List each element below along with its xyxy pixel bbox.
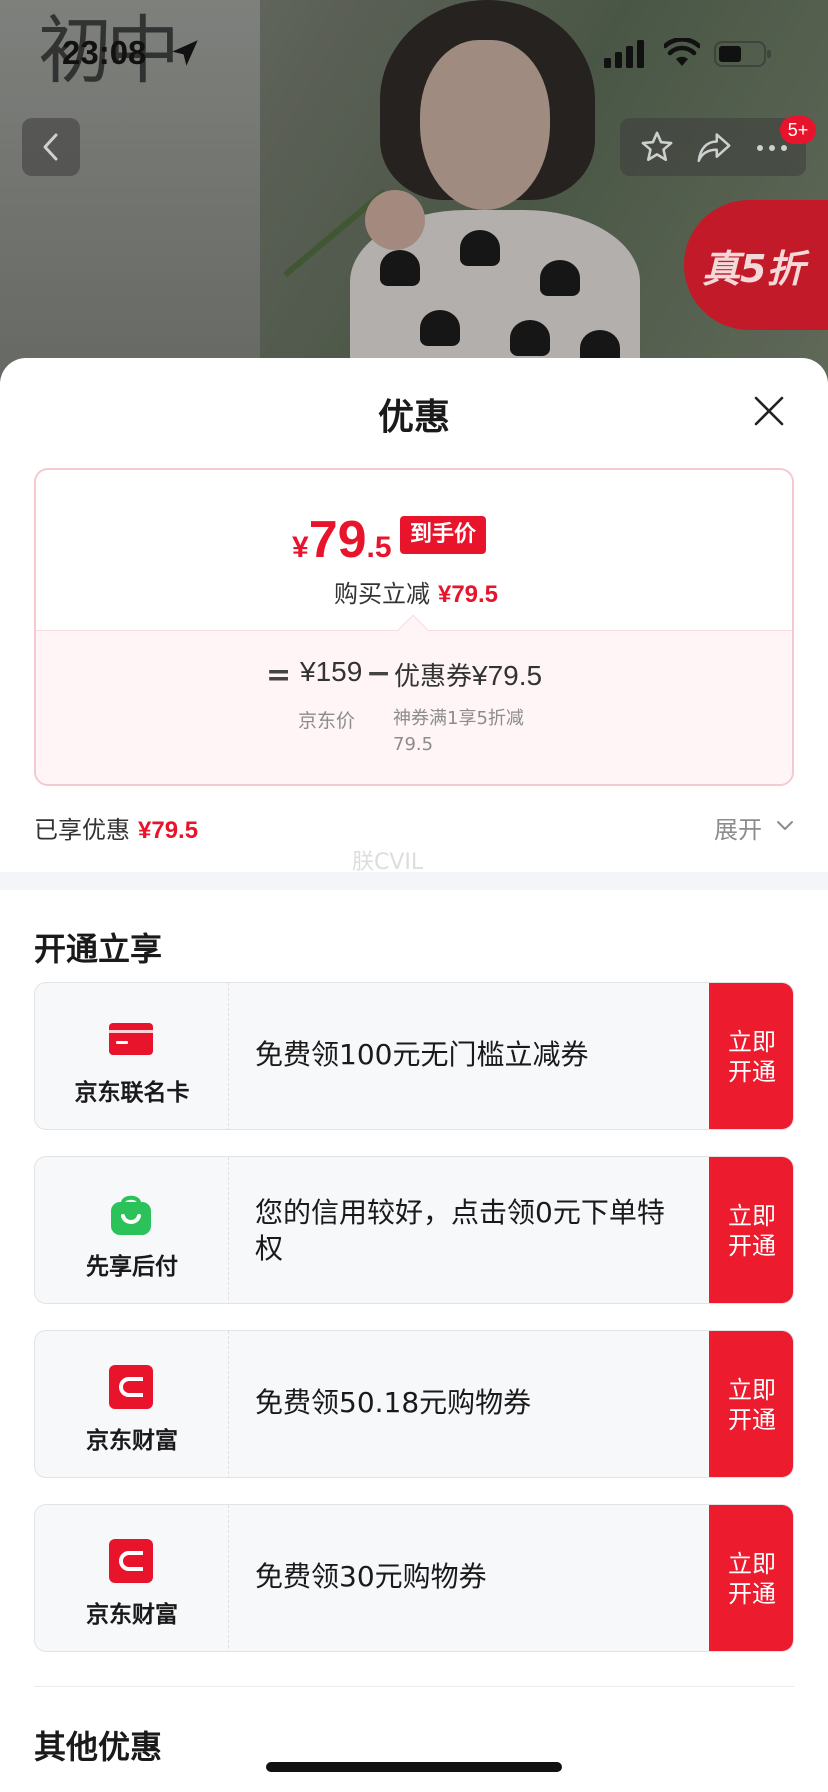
section-divider <box>0 872 828 890</box>
wallet-icon <box>109 1539 153 1583</box>
price-breakdown-card: ¥79.5 到手价 购买立减 ¥79.5 = ¥159 − 优惠券¥79.5 京东… <box>34 468 794 786</box>
cellular-signal-icon <box>604 40 644 68</box>
wallet-icon <box>109 1365 153 1409</box>
home-indicator[interactable] <box>266 1762 562 1772</box>
section-title-open: 开通立享 <box>34 930 163 968</box>
offer-card[interactable]: 京东财富 免费领30元购物券 立即开通 <box>34 1504 794 1652</box>
favorite-star-icon[interactable] <box>640 130 674 164</box>
message-count-badge: 5+ <box>780 116 816 144</box>
final-price: ¥79.5 <box>292 511 392 569</box>
activate-button[interactable]: 立即开通 <box>709 1505 793 1651</box>
offer-description: 免费领100元无门槛立减券 <box>255 1038 589 1071</box>
chevron-left-icon <box>43 133 58 161</box>
coupon-description: 神券满1享5折减79.5 <box>393 708 524 755</box>
activate-button[interactable]: 立即开通 <box>709 983 793 1129</box>
formula-equals: = <box>266 658 292 693</box>
offer-description: 您的信用较好，点击领0元下单特权 <box>255 1196 665 1265</box>
offer-brand: 先享后付 <box>35 1157 229 1303</box>
offer-description: 免费领50.18元购物券 <box>255 1386 532 1419</box>
enjoyed-discount: 已享优惠 ¥79.5 <box>34 816 199 844</box>
discount-bottom-sheet: 优惠 ¥79.5 到手价 购买立减 ¥79.5 = ¥159 − 优惠券¥79.5… <box>0 358 828 1792</box>
base-price: ¥159 <box>300 656 363 687</box>
more-icon[interactable] <box>756 144 788 152</box>
section-title-other: 其他优惠 <box>34 1728 163 1766</box>
offer-brand: 京东财富 <box>35 1331 229 1477</box>
shopping-bag-icon <box>111 1195 151 1235</box>
coupon-discount: 优惠券¥79.5 <box>394 660 543 692</box>
promo-discount-badge: 真5折 <box>684 200 828 330</box>
instant-cut-line: 购买立减 ¥79.5 <box>333 580 499 608</box>
offer-card[interactable]: 京东联名卡 免费领100元无门槛立减券 立即开通 <box>34 982 794 1130</box>
formula-minus: − <box>366 656 392 691</box>
share-icon[interactable] <box>696 130 732 164</box>
offer-brand: 京东财富 <box>35 1505 229 1651</box>
divider <box>34 1686 794 1687</box>
base-price-label: 京东价 <box>298 710 356 732</box>
expand-button[interactable]: 展开 <box>714 810 762 845</box>
chevron-down-icon[interactable] <box>776 820 794 832</box>
status-time: 23:08 <box>62 34 147 71</box>
offer-description: 免费领30元购物券 <box>255 1560 487 1593</box>
credit-card-icon <box>109 1023 153 1055</box>
final-price-tag: 到手价 <box>400 516 487 554</box>
close-icon[interactable] <box>752 394 786 428</box>
battery-icon <box>714 41 771 67</box>
offer-card[interactable]: 京东财富 免费领50.18元购物券 立即开通 <box>34 1330 794 1478</box>
offer-card[interactable]: 先享后付 您的信用较好，点击领0元下单特权 立即开通 <box>34 1156 794 1304</box>
back-button[interactable] <box>22 118 80 176</box>
wifi-icon <box>664 38 700 66</box>
sheet-title: 优惠 <box>377 397 450 438</box>
activate-button[interactable]: 立即开通 <box>709 1331 793 1477</box>
offer-brand: 京东联名卡 <box>35 983 229 1129</box>
activate-button[interactable]: 立即开通 <box>709 1157 793 1303</box>
location-arrow-icon <box>172 40 198 66</box>
